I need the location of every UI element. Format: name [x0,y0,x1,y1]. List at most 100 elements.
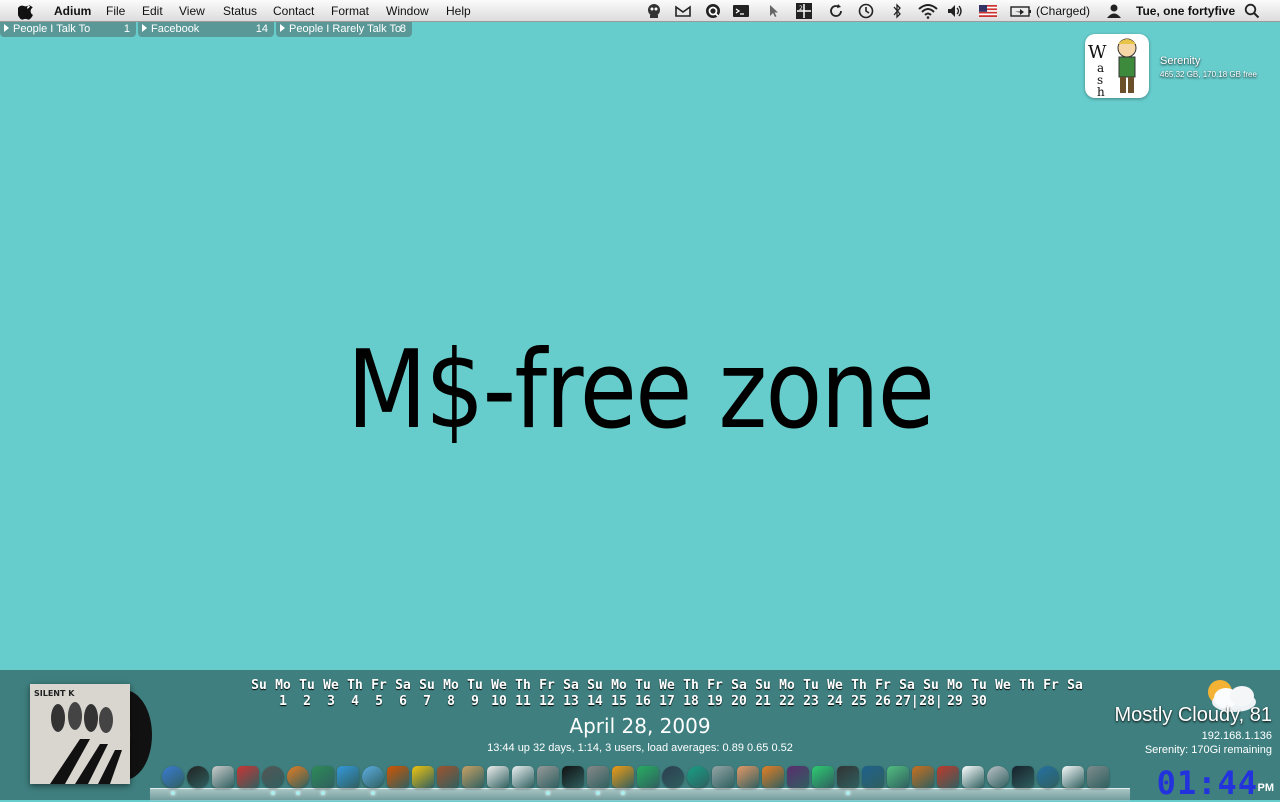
network-icon[interactable] [687,766,709,788]
digital-clock: 01:44 [1156,764,1258,802]
spaces-icon[interactable]: 2 [796,3,812,19]
adium-icon[interactable] [312,766,334,788]
apple-menu-icon[interactable] [18,2,36,20]
time-machine-icon[interactable] [858,3,874,19]
battery-icon[interactable] [1010,3,1032,19]
calendar-weekday: Th [683,678,699,693]
calendar-weekday: Tu [803,678,819,693]
console-icon[interactable] [1012,766,1034,788]
calendar-date: 26 [875,694,891,709]
bowl-icon[interactable] [737,766,759,788]
menu-app-adium[interactable]: Adium [54,4,91,18]
menu-file[interactable]: File [106,4,125,18]
address-book-icon[interactable] [462,766,484,788]
blank-icon[interactable] [1062,766,1084,788]
disclosure-triangle-icon [142,24,147,32]
menu-contact[interactable]: Contact [273,4,314,18]
volume-icon[interactable] [947,3,963,19]
calendar-date: 12 [539,694,555,709]
system-prefs-icon[interactable] [587,766,609,788]
drive-icon[interactable]: W a s h [1085,34,1149,98]
calendar-weekday: We [323,678,339,693]
calendar-date: 16 [635,694,651,709]
notes-icon[interactable] [512,766,534,788]
time-machine-icon[interactable] [262,766,284,788]
menu-view[interactable]: View [179,4,205,18]
terminal-icon[interactable] [562,766,584,788]
calendar-weekday: Fr [1043,678,1059,693]
wifi-icon[interactable] [918,3,938,19]
drive-info: 465.32 GB, 170.18 GB free [1160,70,1257,79]
calendar-weekday: Su [923,678,939,693]
iphoto-icon[interactable] [637,766,659,788]
preview-icon[interactable] [212,766,234,788]
calendar-weekday: Su [419,678,435,693]
menu-help[interactable]: Help [446,4,471,18]
graph-icon[interactable] [812,766,834,788]
drive-name[interactable]: Serenity [1160,55,1200,67]
calendar-date: 24 [827,694,843,709]
tab-people-i-talk-to[interactable]: People I Talk To 1 [0,22,136,37]
battery-status-text[interactable]: (Charged) [1036,4,1090,18]
pen-icon[interactable] [837,766,859,788]
menu-status[interactable]: Status [223,4,257,18]
calendar-weekday: Tu [467,678,483,693]
calendar-weekday: Su [755,678,771,693]
calendar-date: 6 [399,694,407,709]
cursor-icon[interactable] [765,3,781,19]
textmate-icon[interactable] [237,766,259,788]
trash-icon[interactable] [1087,766,1109,788]
dock-running-indicator [621,791,625,795]
dock-running-indicator [546,791,550,795]
dashboard-icon[interactable] [187,766,209,788]
activity-icon[interactable] [662,766,684,788]
calendar-weekday: Sa [1067,678,1083,693]
itunes-icon[interactable] [362,766,384,788]
spotlight-search-icon[interactable] [1244,3,1260,19]
calendar-weekday: Sa [731,678,747,693]
tab-facebook[interactable]: Facebook 14 [138,22,274,37]
safari-icon[interactable] [987,766,1009,788]
calendar-weekday: We [491,678,507,693]
calendar-date: 11 [515,694,531,709]
wash-drive-icon: W a s h [1088,38,1137,98]
menu-window[interactable]: Window [386,4,429,18]
photo-icon[interactable] [387,766,409,788]
quicksilver-icon[interactable] [705,3,721,19]
calendar-date: 30 [971,694,987,709]
user-icon[interactable] [1106,3,1122,19]
cap-icon[interactable] [762,766,784,788]
us-flag-icon[interactable] [979,5,997,17]
calendar-date: 17 [659,694,675,709]
disk-remaining: Serenity: 170Gi remaining [1144,744,1272,756]
sync-icon[interactable] [828,3,844,19]
menu-format[interactable]: Format [331,4,369,18]
mario-icon[interactable] [937,766,959,788]
dock-running-indicator [171,791,175,795]
app-icon[interactable] [887,766,909,788]
dvd-icon[interactable] [1037,766,1059,788]
calendar-date: 19 [707,694,723,709]
document-icon[interactable] [962,766,984,788]
terminal-icon[interactable] [733,3,749,19]
robot-icon[interactable] [787,766,809,788]
monitor-icon[interactable] [712,766,734,788]
screen-icon[interactable] [862,766,884,788]
ichat-icon[interactable] [337,766,359,788]
menubar-clock[interactable]: Tue, one fortyfive [1136,4,1235,18]
vlc-icon[interactable] [612,766,634,788]
adium-duck-icon[interactable] [646,3,662,19]
mail-fish-icon[interactable] [675,3,691,19]
guitar-icon[interactable] [437,766,459,788]
calendar-date: 15 [611,694,627,709]
tab-people-i-rarely-talk-to[interactable]: People I Rarely Talk To 8 [276,22,412,37]
ical-icon[interactable] [487,766,509,788]
bluetooth-icon[interactable] [889,3,905,19]
calendar-weekday: Th [1019,678,1035,693]
star-icon[interactable] [412,766,434,788]
menu-edit[interactable]: Edit [142,4,163,18]
firefox-icon[interactable] [287,766,309,788]
mail-icon[interactable] [537,766,559,788]
chest-icon[interactable] [912,766,934,788]
finder-icon[interactable] [162,766,184,788]
